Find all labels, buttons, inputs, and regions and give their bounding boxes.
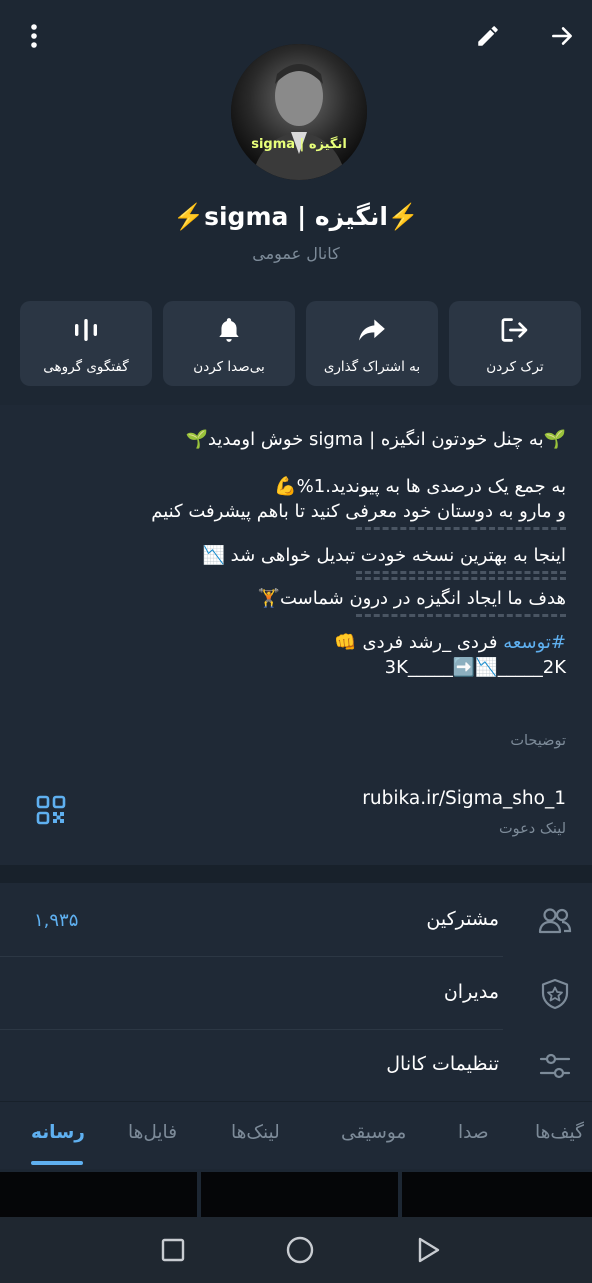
invite-link[interactable]: rubika.ir/Sigma_sho_1 [362, 788, 566, 809]
admins-row[interactable]: مدیران [0, 957, 592, 1029]
more-menu-icon[interactable] [14, 16, 54, 56]
leave-label: ترک کردن [486, 359, 544, 375]
tab-links[interactable]: لینک‌ها [231, 1122, 280, 1143]
media-tabs: رسانه فایل‌ها لینک‌ها موسیقی صدا گیف‌ها [0, 1101, 592, 1169]
media-thumbnail[interactable] [402, 1172, 592, 1217]
share-label: به اشتراک گذاری [323, 359, 421, 375]
admin-shield-icon [538, 977, 572, 1011]
desc-line: اینجا به بهترین نسخه خودت تبدیل خواهی شد… [202, 545, 566, 566]
subscribers-count: ۱,۹۳۵ [34, 910, 79, 931]
tab-files[interactable]: فایل‌ها [128, 1122, 177, 1143]
admins-label: مدیران [443, 981, 499, 1003]
channel-description: 🌱به چنل خودتون انگیزه | sigma خوش اومدید… [26, 427, 566, 680]
description-caption: توضیحات [510, 733, 566, 749]
desc-line: هدف ما ایجاد انگیزه در درون شماست🏋 [257, 588, 566, 609]
voice-chat-icon [71, 315, 101, 345]
channel-settings-label: تنظیمات کانال [386, 1053, 499, 1075]
leave-button[interactable]: ترک کردن [449, 301, 581, 386]
edit-pencil-icon[interactable] [468, 16, 508, 56]
voice-chat-label: گفتگوی گروهی [43, 359, 129, 375]
home-circle-icon[interactable] [285, 1235, 315, 1265]
dashed-divider [356, 571, 566, 574]
settings-sliders-icon [538, 1049, 572, 1083]
channel-avatar[interactable]: sigma | انگیزه [231, 44, 367, 180]
media-thumbnail[interactable] [201, 1172, 398, 1217]
leave-icon [500, 315, 530, 345]
desc-line: 3K_____➡️📉_____2K [384, 657, 566, 678]
desc-line: و مارو به دوستان خود معرفی کنید تا باهم … [151, 501, 566, 522]
voice-chat-button[interactable]: گفتگوی گروهی [20, 301, 152, 386]
qr-code-icon[interactable] [36, 795, 66, 825]
channel-info-card: 🌱به چنل خودتون انگیزه | sigma خوش اومدید… [0, 405, 592, 865]
dashed-divider [356, 614, 566, 617]
media-thumbnail[interactable] [0, 1172, 197, 1217]
desc-line: #توسعه فردی _رشد فردی 👊 [26, 630, 566, 655]
tab-gifs[interactable]: گیف‌ها [535, 1122, 584, 1143]
media-grid [0, 1169, 592, 1217]
hashtag-link[interactable]: #توسعه [503, 632, 566, 653]
avatar-logo-text: sigma | انگیزه [251, 136, 347, 152]
tab-media[interactable]: رسانه [31, 1122, 85, 1143]
channel-options-list: مشترکین ۱,۹۳۵ مدیران تنظیمات کانال [0, 883, 592, 1101]
mute-button[interactable]: بی‌صدا کردن [163, 301, 295, 386]
mute-label: بی‌صدا کردن [193, 359, 265, 375]
channel-settings-row[interactable]: تنظیمات کانال [0, 1029, 592, 1101]
desc-line: 🌱به چنل خودتون انگیزه | sigma خوش اومدید… [185, 429, 566, 450]
recents-square-icon[interactable] [158, 1235, 188, 1265]
invite-link-caption: لینک دعوت [498, 821, 566, 837]
desc-text: فردی _رشد فردی 👊 [334, 632, 504, 653]
action-buttons: گفتگوی گروهی بی‌صدا کردن به اشتراک گذاری… [20, 301, 581, 386]
dashed-divider [356, 527, 566, 530]
people-icon [538, 904, 572, 938]
tab-voice[interactable]: صدا [458, 1122, 489, 1143]
back-arrow-icon[interactable] [542, 16, 582, 56]
share-button[interactable]: به اشتراک گذاری [306, 301, 438, 386]
share-icon [357, 315, 387, 345]
tab-music[interactable]: موسیقی [341, 1122, 406, 1143]
system-navigation-bar [0, 1217, 592, 1283]
back-triangle-icon[interactable] [413, 1235, 443, 1265]
section-gap [0, 865, 592, 883]
channel-type: کانال عمومی [252, 244, 340, 263]
subscribers-label: مشترکین [426, 908, 499, 930]
bell-icon [214, 315, 244, 345]
desc-line: به جمع یک درصدی ها به پیوندید.1%💪 [274, 476, 566, 497]
active-tab-indicator [31, 1161, 83, 1165]
dashed-divider [356, 577, 566, 580]
subscribers-row[interactable]: مشترکین ۱,۹۳۵ [0, 884, 592, 956]
channel-title: ⚡️انگیزه | sigma⚡️ [172, 202, 420, 231]
